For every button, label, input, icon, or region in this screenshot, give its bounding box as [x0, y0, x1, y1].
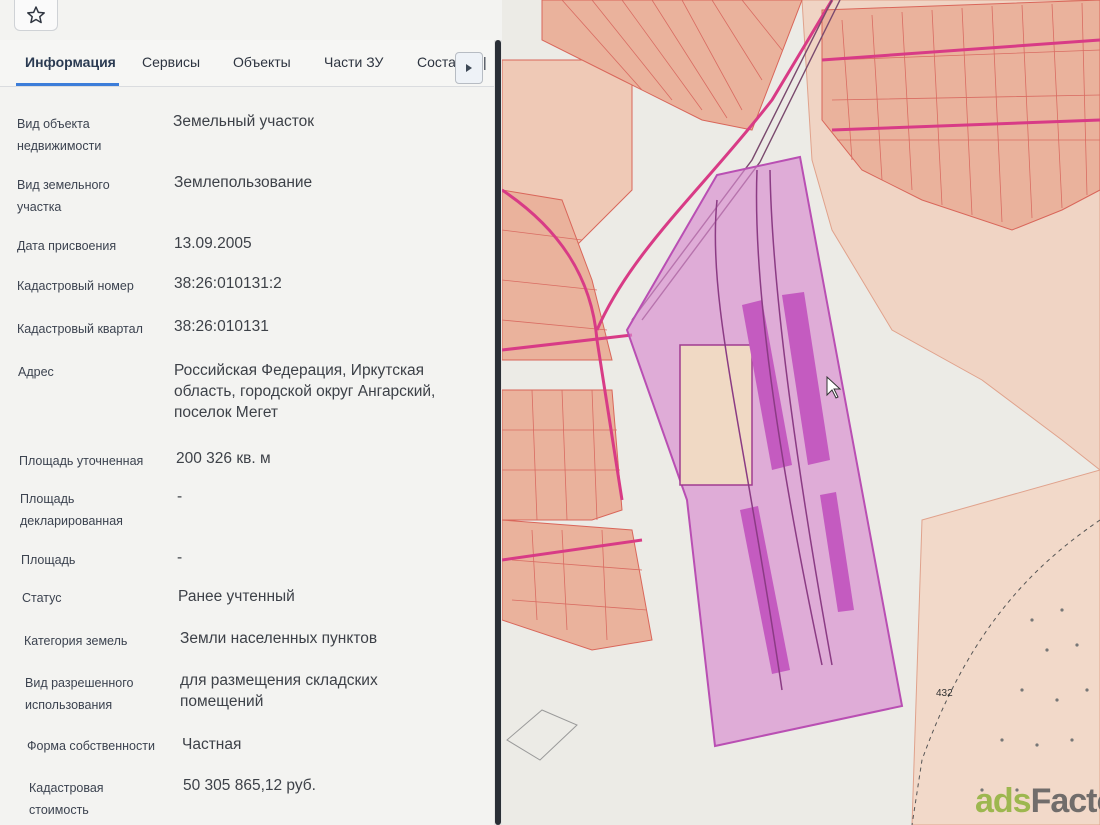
area-refined-label: Площадь уточненная	[19, 454, 144, 468]
tab-overflow-fragment: |	[483, 54, 487, 70]
ownership-value: Частная	[182, 736, 242, 753]
tab-bar: Информация Сервисы Объекты Части ЗУ Сост…	[0, 40, 495, 87]
status-value: Ранее учтенный	[178, 588, 295, 605]
parcel-type-label: Вид земельного участка	[17, 178, 110, 214]
tabs-scroll-right-button[interactable]	[455, 52, 483, 84]
tab-composition[interactable]: Соста	[417, 54, 455, 70]
tab-information[interactable]: Информация	[25, 54, 116, 70]
address-value: Российская Федерация, Иркутская область,…	[174, 362, 436, 421]
panel-scrollbar-thumb[interactable]	[495, 40, 501, 825]
object-type-value: Земельный участок	[173, 113, 315, 130]
area-declared-value: -	[177, 488, 183, 505]
cadastral-value-label: Кадастровая стоимость	[29, 781, 104, 817]
area-label: Площадь	[21, 553, 76, 567]
cadastral-map[interactable]: 432	[502, 0, 1100, 825]
chevron-right-icon	[466, 64, 472, 72]
cadastral-number-label: Кадастровый номер	[17, 279, 134, 293]
cadastral-value-value: 50 305 865,12 руб.	[183, 777, 316, 794]
star-icon	[27, 6, 45, 24]
permitted-use-label: Вид разрешенного использования	[25, 676, 134, 712]
status-label: Статус	[22, 591, 62, 605]
map-canvas[interactable]	[502, 0, 1100, 825]
permitted-use-value: для размещения складских помещений	[180, 672, 378, 710]
land-category-label: Категория земель	[24, 634, 128, 648]
active-tab-indicator	[16, 83, 119, 86]
favorite-button[interactable]	[14, 0, 58, 31]
cadastral-quarter-value[interactable]: 38:26:010131	[174, 316, 269, 337]
object-type-label: Вид объекта недвижимости	[17, 117, 102, 153]
cadastral-number-value[interactable]: 38:26:010131:2	[174, 273, 282, 294]
object-info-panel: Информация Сервисы Объекты Части ЗУ Сост…	[0, 0, 502, 825]
tab-parcel-parts[interactable]: Части ЗУ	[324, 54, 383, 70]
tab-services[interactable]: Сервисы	[142, 54, 200, 70]
parcel-number-label: 432	[936, 688, 953, 699]
area-refined-value: 200 326 кв. м	[176, 450, 271, 467]
land-category-value: Земли населенных пунктов	[180, 630, 378, 647]
cadastral-quarter-label: Кадастровый квартал	[17, 322, 143, 336]
tab-objects[interactable]: Объекты	[233, 54, 291, 70]
ownership-label: Форма собственности	[27, 739, 155, 753]
area-declared-label: Площадь декларированная	[20, 492, 123, 528]
parcel-type-value: Землепользование	[174, 174, 313, 191]
address-label: Адрес	[18, 365, 54, 379]
assign-date-value: 13.09.2005	[174, 235, 252, 252]
watermark-logo: adsFactory	[975, 782, 1100, 820]
area-value: -	[177, 549, 183, 566]
assign-date-label: Дата присвоения	[17, 239, 117, 253]
